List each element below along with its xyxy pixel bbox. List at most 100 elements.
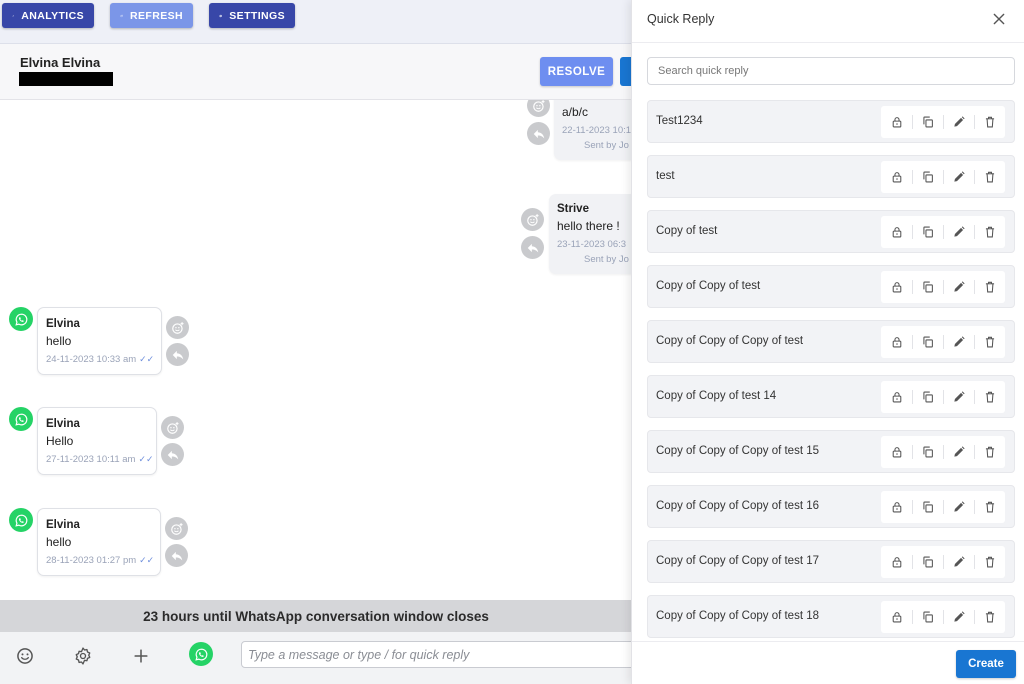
trending-up-icon (12, 14, 15, 17)
delete-icon[interactable] (974, 491, 1005, 523)
delete-icon[interactable] (974, 106, 1005, 138)
lock-icon[interactable] (881, 601, 912, 633)
quick-reply-item[interactable]: Copy of Copy of Copy of test 18 (647, 595, 1015, 638)
close-icon[interactable] (990, 10, 1008, 28)
message-time: 22-11-2023 10:1 (562, 125, 632, 136)
message-sender: Elvina (46, 519, 80, 531)
quick-reply-item[interactable]: Copy of Copy of Copy of test 17 (647, 540, 1015, 583)
copy-icon[interactable] (912, 381, 943, 413)
whatsapp-icon (9, 407, 33, 431)
edit-icon[interactable] (943, 491, 974, 523)
copy-icon[interactable] (912, 161, 943, 193)
reply-icon[interactable] (527, 122, 550, 145)
divider (632, 42, 1024, 43)
message-sender: Elvina (46, 418, 80, 430)
lock-icon[interactable] (881, 271, 912, 303)
top-toolbar: ANALYTICS REFRESH SETTINGS (0, 0, 632, 44)
quick-reply-search-input[interactable] (647, 57, 1015, 85)
edit-icon[interactable] (943, 271, 974, 303)
emoji-icon[interactable] (14, 645, 36, 667)
quick-reply-label: Copy of test (656, 225, 718, 237)
quick-reply-label: Copy of Copy of Copy of test 16 (656, 500, 820, 512)
settings-button[interactable]: SETTINGS (209, 3, 295, 28)
message-bubble: Strive hello there ! 23-11-2023 06:3 Sen… (549, 194, 632, 274)
quick-reply-item[interactable]: Copy of test (647, 210, 1015, 253)
lock-icon[interactable] (881, 161, 912, 193)
message-time: 23-11-2023 06:3 (557, 239, 627, 250)
message-input[interactable] (241, 641, 641, 668)
delete-icon[interactable] (974, 271, 1005, 303)
lock-icon[interactable] (881, 546, 912, 578)
quick-reply-actions (881, 216, 1005, 248)
refresh-button[interactable]: REFRESH (110, 3, 193, 28)
quick-reply-list: Test1234 test Copy of test Copy of Copy of … (647, 100, 1016, 640)
copy-icon[interactable] (912, 326, 943, 358)
quick-reply-item[interactable]: Copy of Copy of Copy of test 16 (647, 485, 1015, 528)
analytics-button[interactable]: ANALYTICS (2, 3, 94, 28)
double-check-icon: ✓✓ (138, 454, 154, 464)
quick-reply-item[interactable]: Copy of Copy of test (647, 265, 1015, 308)
quick-reply-item[interactable]: Test1234 (647, 100, 1015, 143)
quick-reply-item[interactable]: Copy of Copy of Copy of test (647, 320, 1015, 363)
refresh-icon (120, 14, 123, 17)
copy-icon[interactable] (912, 601, 943, 633)
copy-icon[interactable] (912, 546, 943, 578)
quick-reply-label: Copy of Copy of Copy of test 15 (656, 445, 820, 457)
delete-icon[interactable] (974, 601, 1005, 633)
quick-reply-actions (881, 271, 1005, 303)
lock-icon[interactable] (881, 491, 912, 523)
reply-icon[interactable] (521, 236, 544, 259)
quick-reply-item[interactable]: Copy of Copy of Copy of test 15 (647, 430, 1015, 473)
lock-icon[interactable] (881, 326, 912, 358)
lock-icon[interactable] (881, 216, 912, 248)
quick-reply-item[interactable]: Copy of Copy of test 14 (647, 375, 1015, 418)
emoji-react-icon[interactable] (161, 416, 184, 439)
edit-icon[interactable] (943, 326, 974, 358)
lock-icon[interactable] (881, 106, 912, 138)
emoji-react-icon[interactable] (527, 100, 550, 117)
emoji-react-icon[interactable] (521, 208, 544, 231)
lock-icon[interactable] (881, 381, 912, 413)
copy-icon[interactable] (912, 106, 943, 138)
lock-icon[interactable] (881, 436, 912, 468)
quick-reply-actions (881, 106, 1005, 138)
delete-icon[interactable] (974, 326, 1005, 358)
message-time: 28-11-2023 01:27 pm ✓✓ (46, 555, 155, 566)
emoji-react-icon[interactable] (166, 316, 189, 339)
edit-icon[interactable] (943, 436, 974, 468)
message-time: 24-11-2023 10:33 am ✓✓ (46, 354, 155, 365)
delete-icon[interactable] (974, 161, 1005, 193)
edit-icon[interactable] (943, 546, 974, 578)
quick-reply-actions (881, 381, 1005, 413)
edit-icon[interactable] (943, 601, 974, 633)
chat-header: Elvina Elvina RESOLVE (0, 44, 634, 100)
edit-icon[interactable] (943, 381, 974, 413)
create-button[interactable]: Create (956, 650, 1016, 678)
copy-icon[interactable] (912, 436, 943, 468)
message-text: hello (46, 535, 72, 549)
copy-icon[interactable] (912, 271, 943, 303)
message-list: a/b/c 22-11-2023 10:1 Sent by Jo Strive … (0, 100, 632, 600)
resolve-button[interactable]: RESOLVE (540, 57, 613, 86)
edit-icon[interactable] (943, 106, 974, 138)
reply-icon[interactable] (165, 544, 188, 567)
whatsapp-channel-icon[interactable] (189, 642, 213, 666)
message-text: a/b/c (562, 105, 589, 119)
add-icon[interactable] (130, 645, 152, 667)
delete-icon[interactable] (974, 381, 1005, 413)
quick-reply-actions (881, 601, 1005, 633)
gear-icon[interactable] (72, 645, 94, 667)
reply-icon[interactable] (166, 343, 189, 366)
edit-icon[interactable] (943, 161, 974, 193)
copy-icon[interactable] (912, 491, 943, 523)
edit-icon[interactable] (943, 216, 974, 248)
delete-icon[interactable] (974, 546, 1005, 578)
copy-icon[interactable] (912, 216, 943, 248)
quick-reply-item[interactable]: test (647, 155, 1015, 198)
delete-icon[interactable] (974, 216, 1005, 248)
reply-icon[interactable] (161, 443, 184, 466)
quick-reply-label: Copy of Copy of test (656, 280, 761, 292)
delete-icon[interactable] (974, 436, 1005, 468)
quick-reply-actions (881, 491, 1005, 523)
emoji-react-icon[interactable] (165, 517, 188, 540)
